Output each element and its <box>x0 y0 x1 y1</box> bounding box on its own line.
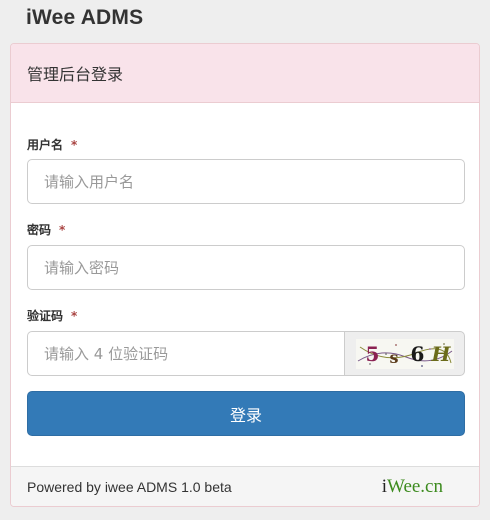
captcha-char: H <box>431 341 451 366</box>
password-input[interactable] <box>27 245 465 290</box>
password-label: 密码 * <box>27 221 65 238</box>
username-input[interactable] <box>27 159 465 204</box>
username-label-text: 用户名 <box>27 138 64 152</box>
login-panel: 管理后台登录 用户名 * 密码 * 验证码 * <box>10 43 480 507</box>
login-button[interactable]: 登录 <box>27 391 465 436</box>
captcha-addon: 5 s 6 H <box>344 331 465 376</box>
panel-title: 管理后台登录 <box>27 65 124 84</box>
logo-rest: Wee.cn <box>387 475 443 497</box>
captcha-char: s <box>389 347 399 367</box>
powered-by-text: Powered by iwee ADMS 1.0 beta <box>27 478 232 495</box>
app-brand-title: iWee ADMS <box>26 6 144 29</box>
required-mark: * <box>71 138 78 152</box>
captcha-char: 5 <box>365 341 380 366</box>
username-label: 用户名 * <box>27 136 77 153</box>
panel-footer: Powered by iwee ADMS 1.0 beta iWee.cn <box>11 466 479 506</box>
captcha-input-group: 5 s 6 H <box>27 331 465 376</box>
iwee-logo: iWee.cn <box>382 476 443 498</box>
captcha-image[interactable]: 5 s 6 H <box>355 338 454 369</box>
captcha-label: 验证码 * <box>27 307 77 324</box>
captcha-label-text: 验证码 <box>27 309 64 323</box>
required-mark: * <box>71 309 78 323</box>
captcha-input[interactable] <box>27 331 344 376</box>
password-label-text: 密码 <box>27 223 52 237</box>
panel-heading: 管理后台登录 <box>11 44 479 103</box>
login-form: 用户名 * 密码 * 验证码 * <box>11 103 479 467</box>
required-mark: * <box>59 223 66 237</box>
captcha-char: 6 <box>410 341 425 366</box>
